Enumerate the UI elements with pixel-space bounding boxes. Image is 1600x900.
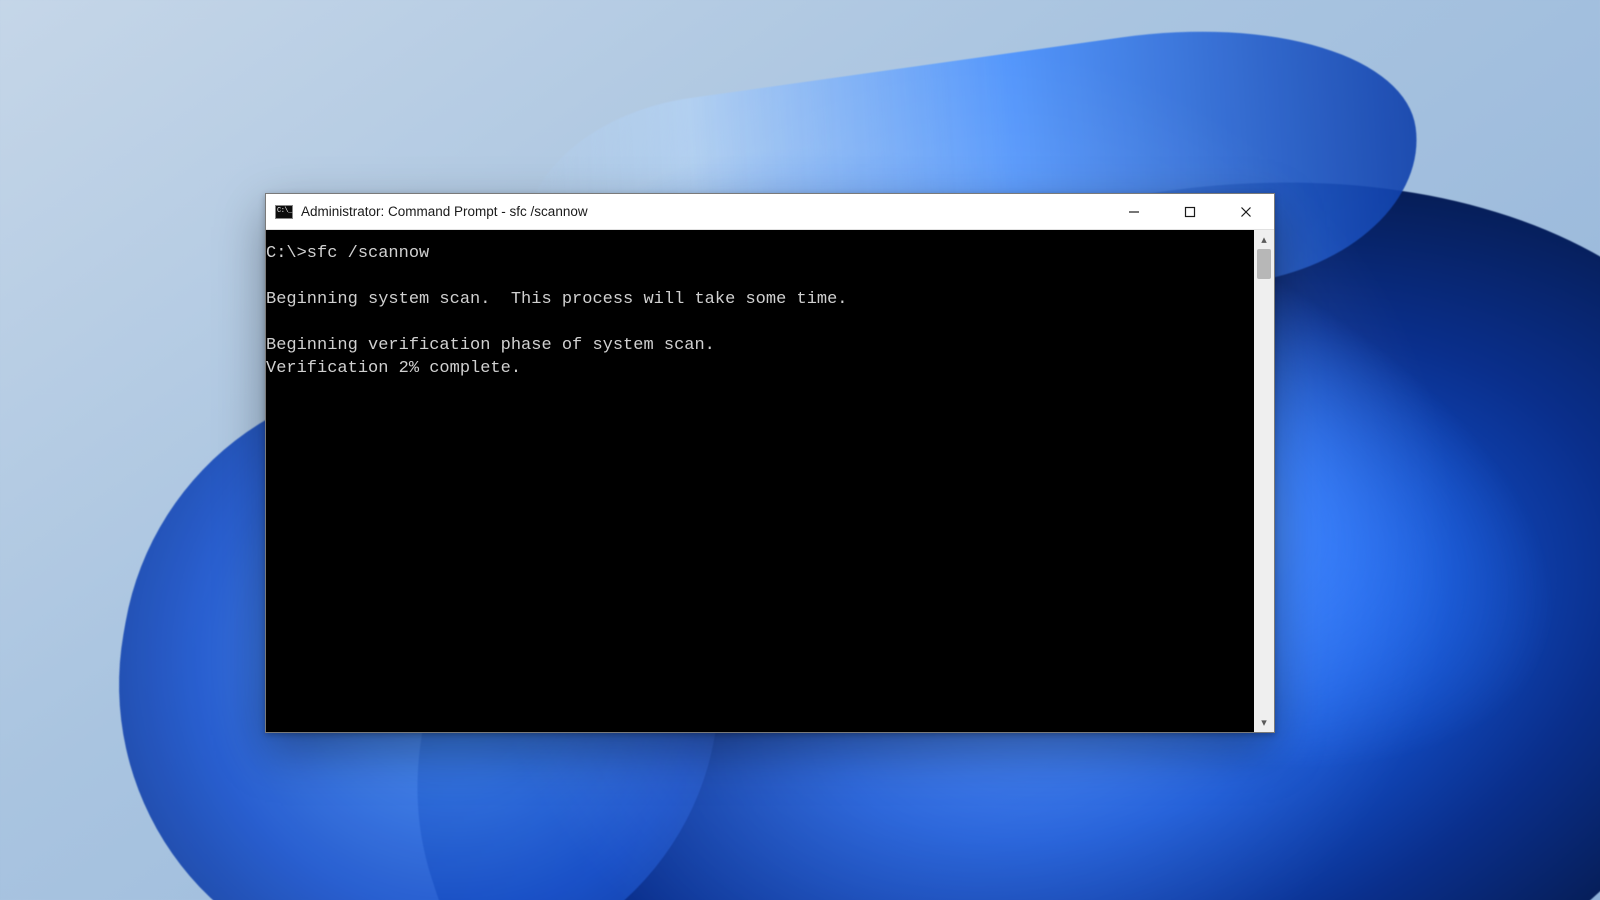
console-line: Beginning system scan. This process will… (266, 290, 848, 309)
console-line: Verification 2% complete. (266, 359, 521, 378)
titlebar[interactable]: Administrator: Command Prompt - sfc /sca… (266, 194, 1274, 230)
scroll-down-button[interactable]: ▾ (1254, 713, 1274, 732)
chevron-down-icon: ▾ (1261, 716, 1267, 729)
close-icon (1240, 206, 1252, 218)
maximize-button[interactable] (1162, 194, 1218, 229)
scroll-up-button[interactable]: ▴ (1254, 230, 1274, 249)
minimize-button[interactable] (1106, 194, 1162, 229)
scrollbar-thumb[interactable] (1257, 249, 1271, 279)
console-output[interactable]: C:\>sfc /scannow Beginning system scan. … (266, 230, 1254, 732)
window-title: Administrator: Command Prompt - sfc /sca… (301, 204, 588, 219)
window-controls (1106, 194, 1274, 229)
console-line: Beginning verification phase of system s… (266, 336, 715, 355)
minimize-icon (1128, 206, 1140, 218)
cmd-icon (275, 205, 293, 219)
console-line: C:\>sfc /scannow (266, 244, 429, 263)
vertical-scrollbar[interactable]: ▴ ▾ (1254, 230, 1274, 732)
close-button[interactable] (1218, 194, 1274, 229)
command-prompt-window: Administrator: Command Prompt - sfc /sca… (265, 193, 1275, 733)
maximize-icon (1184, 206, 1196, 218)
console-client-area: C:\>sfc /scannow Beginning system scan. … (266, 230, 1274, 732)
scrollbar-track[interactable] (1254, 249, 1274, 713)
chevron-up-icon: ▴ (1261, 233, 1267, 246)
